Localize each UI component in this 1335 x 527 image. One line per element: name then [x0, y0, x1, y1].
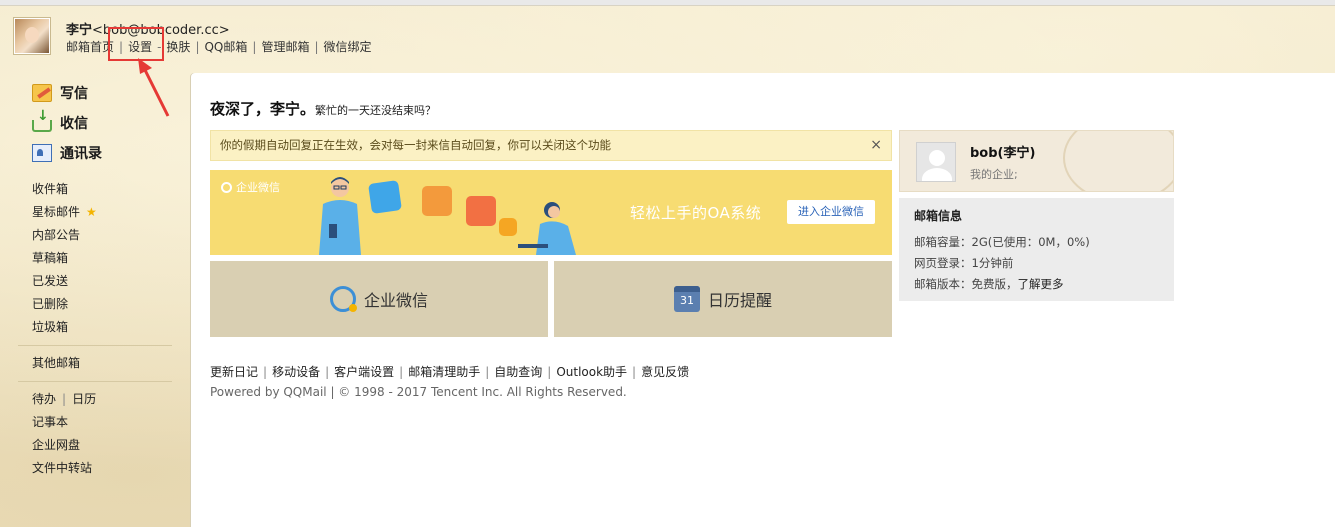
- greeting-subtitle: 繁忙的一天还没结束吗？: [315, 104, 437, 117]
- separator: |: [399, 365, 404, 379]
- compose-label: 写信: [60, 86, 88, 102]
- banner-brand: 企业微信: [221, 179, 280, 195]
- contacts-label: 通讯录: [60, 146, 102, 162]
- inbox-download-icon: [32, 108, 52, 132]
- woman-illustration: [518, 202, 576, 255]
- nav-separator: |: [314, 40, 319, 54]
- mailbox-capacity: 邮箱容量：2G(已使用：0M，0%): [914, 235, 1090, 249]
- badge-card-icon: [368, 180, 402, 214]
- receive-label: 收信: [60, 116, 88, 132]
- sidebar-item-other-mailboxes[interactable]: 其他邮箱: [0, 352, 190, 375]
- separator: |: [547, 365, 552, 379]
- footer-link-mobile[interactable]: 移动设备: [272, 365, 320, 379]
- folder-list: 收件箱 星标邮件 ★ 内部公告 草稿箱 已发送 已删除 垃圾箱: [0, 178, 190, 339]
- nav-skin[interactable]: 换肤: [166, 40, 190, 54]
- divider: [18, 345, 172, 346]
- profile-card: bob(李宁) 我的企业;: [899, 130, 1174, 192]
- wework-icon: [329, 286, 357, 312]
- document-card-icon: [466, 196, 496, 226]
- footer-link-outlook[interactable]: Outlook助手: [556, 365, 627, 379]
- sidebar-item-drafts[interactable]: 草稿箱: [0, 247, 190, 270]
- learn-more-link[interactable]: 了解更多: [1018, 277, 1064, 291]
- sidebar-item-starred[interactable]: 星标邮件 ★: [0, 201, 190, 224]
- nav-separator: |: [252, 40, 257, 54]
- header: 李宁<bob@bobcoder.cc> 邮箱首页 | 设置 - 换肤 | QQ邮箱 | 管理邮箱…: [0, 6, 1335, 70]
- sidebar-item-file-transfer[interactable]: 文件中转站: [0, 457, 190, 480]
- auto-reply-notice: 你的假期自动回复正在生效，会对每一封来信自动回复，你可以关闭这个功能 ×: [210, 130, 892, 161]
- greeting-title: 夜深了，李宁。: [210, 100, 316, 118]
- contacts-button[interactable]: 通讯录: [0, 138, 190, 168]
- pencil-icon: [32, 84, 52, 102]
- sidebar-item-announcements[interactable]: 内部公告: [0, 224, 190, 247]
- web-login-time: 网页登录：1分钟前: [914, 256, 1014, 270]
- profile-name: bob(李宁): [970, 146, 1036, 161]
- receive-button[interactable]: 收信: [0, 108, 190, 138]
- nav-separator: |: [195, 40, 200, 54]
- calendar-tile-label: 日历提醒: [707, 291, 772, 310]
- greeting: 夜深了，李宁。繁忙的一天还没结束吗？: [210, 98, 436, 119]
- wework-banner[interactable]: 企业微信 轻松上手的OA系统 进入企业微信: [210, 170, 892, 255]
- annotation-highlight-box: [108, 27, 164, 61]
- avatar[interactable]: [14, 18, 50, 54]
- separator: |: [325, 365, 330, 379]
- contacts-icon: [32, 144, 52, 162]
- calendar-icon: 31: [673, 286, 700, 312]
- footer-link-self-service[interactable]: 自助查询: [494, 365, 542, 379]
- location-card-icon: [422, 186, 452, 216]
- sidebar-item-label: 星标邮件: [32, 205, 81, 219]
- divider: [18, 381, 172, 382]
- separator: |: [632, 365, 637, 379]
- mailbox-version: 邮箱版本：免费版，了解更多: [914, 274, 1174, 295]
- footer-link-feedback[interactable]: 意见反馈: [641, 365, 689, 379]
- star-icon: ★: [86, 205, 97, 219]
- compose-button[interactable]: 写信: [0, 78, 190, 108]
- sidebar-item-deleted[interactable]: 已删除: [0, 293, 190, 316]
- sidebar-tools-row: 待办 | 日历: [0, 388, 190, 411]
- nav-mail-home[interactable]: 邮箱首页: [66, 40, 114, 54]
- separator: |: [263, 365, 268, 379]
- nav-manage-mail[interactable]: 管理邮箱: [261, 40, 309, 54]
- copyright: Powered by QQMail | © 1998 - 2017 Tencen…: [210, 385, 627, 399]
- footer-link-client-settings[interactable]: 客户端设置: [334, 365, 394, 379]
- sidebar-item-inbox[interactable]: 收件箱: [0, 178, 190, 201]
- mailbox-info: 邮箱信息 邮箱容量：2G(已使用：0M，0%) 网页登录：1分钟前 邮箱版本：免…: [899, 198, 1174, 301]
- sidebar-item-netdisk[interactable]: 企业网盘: [0, 434, 190, 457]
- main-panel: 夜深了，李宁。繁忙的一天还没结束吗？ 你的假期自动回复正在生效，会对每一封来信自…: [191, 73, 1335, 527]
- wework-tile[interactable]: 企业微信: [210, 261, 548, 337]
- banner-slogan: 轻松上手的OA系统: [630, 204, 762, 222]
- separator: |: [485, 365, 490, 379]
- notice-text: 你的假期自动回复正在生效，会对每一封来信自动回复，你可以关闭这个功能: [220, 138, 611, 152]
- footer-links: 更新日记 | 移动设备 | 客户端设置 | 邮箱清理助手 | 自助查询 | Outlook助手 | 意见…: [210, 363, 689, 380]
- man-illustration: [319, 177, 361, 255]
- nav-qqmail[interactable]: QQ邮箱: [204, 40, 247, 54]
- decorative-swirl: [1063, 131, 1173, 191]
- calendar-reminder-tile[interactable]: 31 日历提醒: [554, 261, 892, 337]
- wework-tile-label: 企业微信: [363, 291, 428, 310]
- close-icon[interactable]: ×: [870, 131, 882, 160]
- profile-org: 我的企业;: [970, 168, 1018, 181]
- footer-link-cleanup[interactable]: 邮箱清理助手: [408, 365, 480, 379]
- sidebar-item-notepad[interactable]: 记事本: [0, 411, 190, 434]
- sidebar-item-sent[interactable]: 已发送: [0, 270, 190, 293]
- separator: |: [62, 392, 67, 406]
- footer-link-changelog[interactable]: 更新日记: [210, 365, 258, 379]
- sidebar-item-spam[interactable]: 垃圾箱: [0, 316, 190, 339]
- mailbox-info-title: 邮箱信息: [914, 209, 963, 223]
- sidebar-item-todo[interactable]: 待办: [32, 392, 56, 406]
- sidebar: 写信 收信 通讯录 收件箱 星标邮件 ★ 内部公告 草稿箱 已发送 已删除 垃圾箱…: [0, 78, 190, 527]
- profile-avatar-placeholder[interactable]: [916, 142, 956, 182]
- version-text: 邮箱版本：免费版，: [914, 277, 1018, 291]
- enter-wework-button[interactable]: 进入企业微信: [787, 200, 875, 224]
- sidebar-item-calendar[interactable]: 日历: [72, 392, 96, 406]
- banner-brand-label: 企业微信: [236, 181, 280, 194]
- user-name: 李宁: [66, 23, 93, 38]
- wework-logo-icon: [221, 182, 232, 193]
- nav-wechat-bind[interactable]: 微信绑定: [324, 40, 372, 54]
